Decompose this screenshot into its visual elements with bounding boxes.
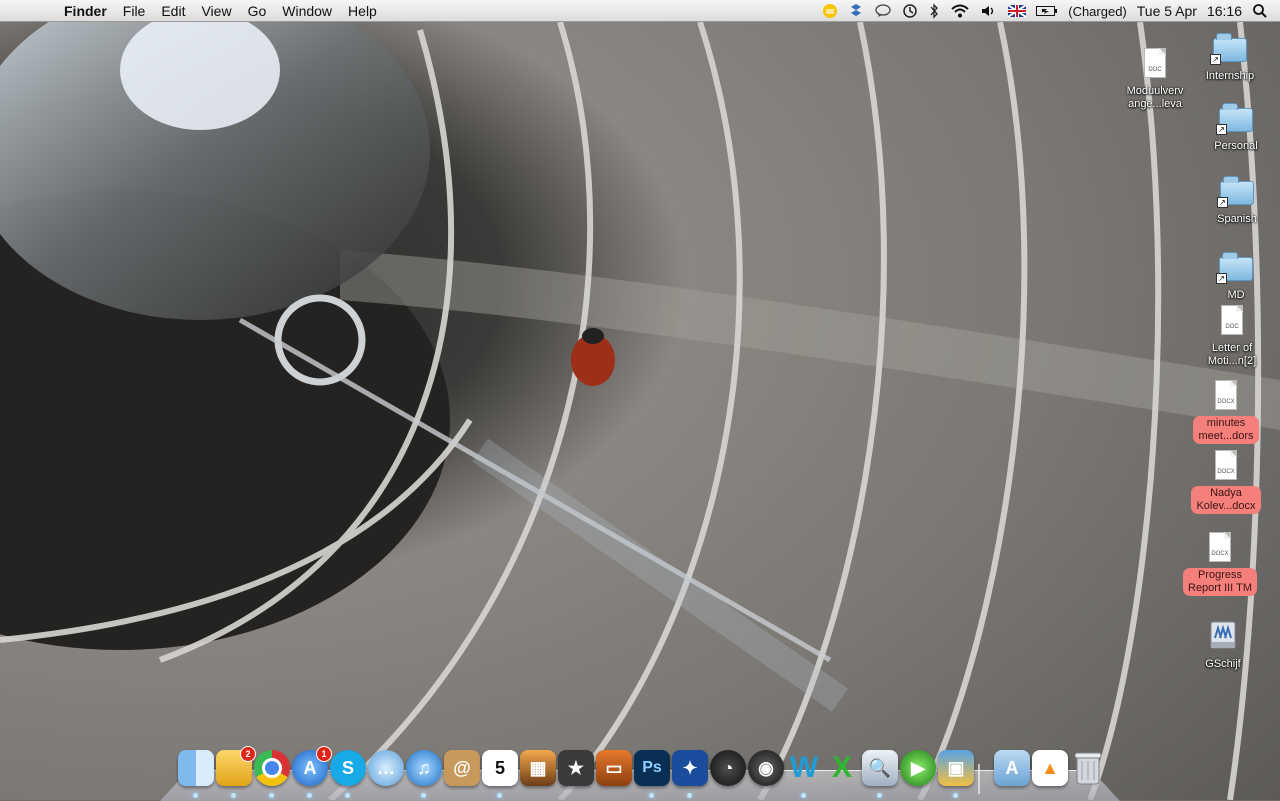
ical-date-text: 5 (494, 757, 505, 778)
desktop-icon-label: minutes meet...dors (1193, 416, 1259, 444)
desktop-icon-internship[interactable]: ↗ Internship (1184, 30, 1276, 84)
dock-photo-booth-icon[interactable]: ▣ (938, 750, 974, 798)
notes-status-icon[interactable] (822, 0, 838, 22)
desktop-wallpaper (0, 0, 1280, 800)
dropbox-status-icon[interactable] (848, 0, 864, 22)
alias-arrow-icon: ↗ (1216, 273, 1227, 284)
alias-arrow-icon: ↗ (1210, 54, 1221, 65)
dock-keynote-icon[interactable]: ▭ (596, 750, 632, 786)
mail-badge: 2 (240, 746, 256, 762)
menu-date[interactable]: Tue 5 Apr (1137, 0, 1197, 22)
dock-dashboard-icon[interactable]: ◔ (710, 750, 746, 786)
folder-icon: ↗ (1216, 249, 1253, 285)
dock-excel-icon[interactable]: X (824, 750, 860, 786)
dock-vuze-icon[interactable]: ✦ (672, 750, 708, 798)
dock-trash-icon[interactable] (1070, 750, 1106, 786)
doc-file-icon: DOC (1215, 303, 1249, 339)
menu-clock[interactable]: 16:16 (1207, 0, 1242, 22)
dock-preview-icon[interactable]: 🔍 (862, 750, 898, 798)
doc-file-icon: DOC (1138, 46, 1172, 82)
chat-status-icon[interactable] (874, 0, 892, 22)
dock-ichat-icon[interactable]: … (368, 750, 404, 786)
menu-bar-left: Finder File Edit View Go Window Help (0, 0, 385, 22)
desktop-icon-minutes-meeting[interactable]: DOCX minutes meet...dors (1180, 378, 1272, 444)
dock-ical-icon[interactable]: 5 (482, 750, 518, 798)
menu-bar-extras: (Charged) Tue 5 Apr 16:16 (817, 0, 1280, 22)
wifi-icon[interactable] (950, 0, 970, 22)
dock-applications-stack-icon[interactable]: A (994, 750, 1030, 786)
network-drive-icon (1206, 618, 1240, 654)
dock-photoshop-icon[interactable]: Ps (634, 750, 670, 798)
volume-icon[interactable] (980, 0, 998, 22)
app-store-badge: 1 (316, 746, 332, 762)
dock-chrome-icon[interactable] (254, 750, 290, 798)
desktop-icon-label: Progress Report III TM (1183, 568, 1257, 596)
menu-bar: Finder File Edit View Go Window Help (Ch… (0, 0, 1280, 22)
dock-imovie-icon[interactable]: ★ (558, 750, 594, 786)
docx-file-icon: DOCX (1209, 378, 1243, 414)
dock-separator (978, 764, 980, 794)
desktop-icon-letter-of-motivation[interactable]: DOC Letter of Moti...n[2] (1186, 303, 1278, 369)
alias-arrow-icon: ↗ (1217, 197, 1228, 208)
apple-menu-icon[interactable] (0, 0, 56, 22)
menu-file[interactable]: File (115, 0, 154, 22)
dock-vlc-document-icon[interactable]: ▲ (1032, 750, 1068, 786)
folder-icon: ↗ (1210, 30, 1247, 66)
menu-view[interactable]: View (193, 0, 239, 22)
menu-window[interactable]: Window (274, 0, 340, 22)
word-label: W (789, 751, 819, 784)
battery-status-text[interactable]: (Charged) (1068, 0, 1127, 22)
dock-itunes-icon[interactable]: ♫ (406, 750, 442, 798)
desktop-icon-label: MD (1227, 289, 1245, 301)
desktop-icon-progress-report[interactable]: DOCX Progress Report III TM (1174, 530, 1266, 596)
excel-label: X (831, 751, 852, 784)
desktop-icon-personal[interactable]: ↗ Personal (1190, 100, 1280, 154)
dock-iphoto-icon[interactable]: ▦ (520, 750, 556, 786)
photoshop-label: Ps (642, 759, 662, 776)
desktop-icon-gschijf[interactable]: GSchijf (1177, 618, 1269, 672)
dock-finder-icon[interactable] (178, 750, 214, 798)
desktop-icon-label: Personal (1214, 140, 1258, 152)
alias-arrow-icon: ↗ (1216, 124, 1227, 135)
menu-go[interactable]: Go (240, 0, 275, 22)
desktop-icon-label: Letter of Moti...n[2] (1207, 342, 1257, 367)
dock-green-app-icon[interactable]: ▶ (900, 750, 936, 786)
desktop-icon-label: Internship (1205, 70, 1255, 82)
folder-icon: ↗ (1216, 100, 1253, 136)
menu-help[interactable]: Help (340, 0, 385, 22)
menu-edit[interactable]: Edit (153, 0, 193, 22)
dock-address-book-icon[interactable]: @ (444, 750, 480, 786)
desktop-icon-label: Nadya Kolev...docx (1191, 486, 1261, 514)
menu-app-name[interactable]: Finder (56, 0, 115, 22)
dock-aperture-icon[interactable]: ◉ (748, 750, 784, 786)
desktop-icon-spanish[interactable]: ↗ Spanish (1191, 173, 1280, 227)
docx-file-icon: DOCX (1203, 530, 1237, 566)
dock-app-store-icon[interactable]: A1 (292, 746, 332, 798)
dock-mail-icon[interactable]: 2 (216, 746, 256, 798)
dock-skype-icon[interactable]: S (330, 750, 366, 798)
desktop-icon-md[interactable]: ↗ MD (1190, 249, 1280, 303)
bluetooth-icon[interactable] (928, 0, 940, 22)
desktop-icon-label: Moduulverv ange...leva (1126, 85, 1184, 110)
desktop-icon-nadya-kolev[interactable]: DOCX Nadya Kolev...docx (1180, 448, 1272, 514)
input-source-uk-flag-icon[interactable] (1008, 0, 1027, 22)
battery-icon[interactable] (1036, 0, 1058, 22)
dock-word-icon[interactable]: W (786, 750, 822, 798)
desktop-icon-label: GSchijf (1205, 658, 1241, 670)
time-machine-icon[interactable] (902, 0, 918, 22)
dock: 2 A1 S … ♫ @ 5 ▦ ★ ▭ Ps ✦ ◔ ◉ W X 🔍 ▶ ▣ … (160, 746, 1120, 801)
docx-file-icon: DOCX (1209, 448, 1243, 484)
desktop-icon-label: Spanish (1217, 213, 1257, 225)
folder-icon: ↗ (1217, 173, 1254, 209)
spotlight-search-icon[interactable] (1252, 0, 1268, 22)
